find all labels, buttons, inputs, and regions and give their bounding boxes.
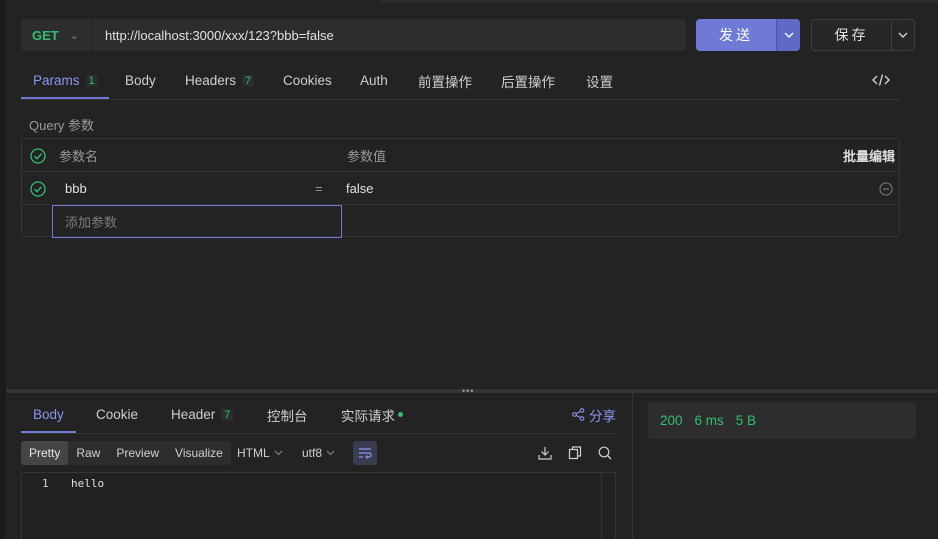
send-button[interactable]: 发送 [696,19,776,51]
save-options-button[interactable] [892,20,914,50]
chevron-down-icon [898,32,908,38]
search-icon[interactable] [597,445,613,461]
chevron-down-icon [784,32,793,38]
top-edge-strip [380,0,938,3]
response-time: 6 ms [694,413,724,428]
chevron-down-icon [326,450,335,456]
url-input[interactable]: http://localhost:3000/xxx/123?bbb=false [93,28,334,43]
tab-label: 实际请求 [341,408,395,424]
select-all-checkbox[interactable] [30,139,46,172]
url-bar: GET ⌄ http://localhost:3000/xxx/123?bbb=… [21,19,686,51]
param-value-field[interactable]: false [346,172,373,205]
view-mode-pretty[interactable]: Pretty [21,441,69,465]
check-circle-icon [30,180,46,197]
tab-label: 前置操作 [418,74,472,90]
tab-label: Body [125,73,156,88]
copy-icon[interactable] [567,445,583,461]
bulk-edit-button[interactable]: 批量编辑 [843,139,895,172]
response-size: 5 B [735,413,757,428]
count-badge: 7 [242,74,255,87]
tab-label: Auth [360,73,388,88]
minus-circle-icon [879,181,893,196]
tab-settings[interactable]: 设置 [586,62,613,99]
wrap-lines-icon [359,448,372,459]
share-button[interactable]: 分享 [572,397,616,432]
response-tabs: Body Cookie Header 7 控制台 实际请求 分享 [21,397,616,434]
tab-post-operations[interactable]: 后置操作 [501,62,555,99]
panel-divider [632,393,633,539]
active-tab-indicator [21,431,76,433]
format-select-value: HTML [237,446,270,460]
line-number: 1 [42,477,49,490]
send-button-group: 发送 [696,19,800,51]
status-code: 200 [660,413,683,428]
tab-cookies[interactable]: Cookies [283,62,332,99]
editor-scrollbar[interactable] [601,473,615,539]
response-status-bar: 200 6 ms 5 B [648,402,916,439]
word-wrap-button[interactable] [353,441,377,465]
count-badge: 1 [85,74,98,87]
drag-handle-icon[interactable]: ••• [462,387,474,396]
active-tab-indicator [21,97,109,99]
param-enabled-checkbox[interactable] [30,172,46,205]
tab-label: Params [33,73,80,88]
add-param-input[interactable]: 添加参数 [52,205,342,238]
view-mode-raw[interactable]: Raw [68,441,108,465]
method-select[interactable]: GET ⌄ [21,19,93,51]
method-label: GET [32,27,59,43]
share-label: 分享 [589,408,616,424]
left-edge-strip [0,0,6,539]
tab-actual-request[interactable]: 实际请求 [341,397,403,432]
view-mode-segment: Pretty Raw Preview Visualize [21,441,231,465]
tab-response-body[interactable]: Body [33,397,64,432]
tab-response-header[interactable]: Header 7 [171,397,234,432]
encoding-select-value: utf8 [302,446,323,460]
tab-body[interactable]: Body [125,62,156,99]
request-tabs: Params 1 Body Headers 7 Cookies Auth 前置操… [21,62,900,100]
format-select[interactable]: HTML [237,441,283,465]
tab-label: 设置 [586,74,613,90]
tab-label: Cookies [283,73,332,88]
table-row: bbb = false [22,172,899,205]
share-icon [572,408,585,421]
response-body-editor[interactable]: 1 hello [21,472,616,539]
code-icon[interactable] [872,72,890,88]
count-badge: 7 [221,408,234,421]
chevron-down-icon: ⌄ [69,29,79,42]
code-line: hello [71,477,105,490]
check-circle-icon [30,147,46,164]
tab-pre-operations[interactable]: 前置操作 [418,62,472,99]
param-value-header: 参数值 [347,149,387,164]
params-table: 参数名 参数值 批量编辑 bbb = false 添加参数 [21,138,900,238]
view-mode-preview[interactable]: Preview [108,441,167,465]
status-dot-icon [398,412,403,417]
tab-label: 后置操作 [501,74,555,90]
param-separator: = [315,181,323,196]
query-params-title: Query 参数 [29,118,95,133]
param-name-field[interactable]: bbb [65,172,87,205]
encoding-select[interactable]: utf8 [302,441,335,465]
chevron-down-icon [274,450,283,456]
download-icon[interactable] [537,445,553,461]
tab-console[interactable]: 控制台 [267,397,308,432]
tab-headers[interactable]: Headers 7 [185,62,255,99]
param-name-header: 参数名 [59,149,99,164]
tab-label: Headers [185,73,237,88]
params-header-row: 参数名 参数值 批量编辑 [22,139,899,172]
tab-response-cookie[interactable]: Cookie [96,397,138,432]
save-button-group: 保存 [811,19,915,51]
remove-param-button[interactable] [879,172,893,205]
save-button[interactable]: 保存 [812,20,892,50]
tab-label: Header [171,407,216,422]
tab-params[interactable]: Params 1 [33,62,98,99]
view-mode-visualize[interactable]: Visualize [167,441,231,465]
send-options-button[interactable] [776,19,800,51]
app-window: GET ⌄ http://localhost:3000/xxx/123?bbb=… [0,0,938,539]
tab-auth[interactable]: Auth [360,62,388,99]
